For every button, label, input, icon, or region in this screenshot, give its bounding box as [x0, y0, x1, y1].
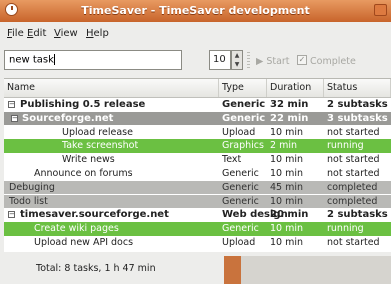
- task-tree[interactable]: Name Type Duration Status − Publishing 0.5 r…: [4, 78, 391, 253]
- task-row[interactable]: Take screenshot Graphics 2 min running: [4, 139, 391, 153]
- task-status: not started: [327, 126, 380, 138]
- task-row[interactable]: − Publishing 0.5 release Generic 32 min 2 su…: [4, 98, 391, 112]
- title-bar[interactable]: TimeSaver - TimeSaver development: [0, 0, 391, 22]
- complete-checkbox[interactable]: ✓: [297, 55, 307, 65]
- task-status: completed: [327, 195, 378, 207]
- task-duration: 22 min: [270, 112, 309, 124]
- task-type: Generic: [222, 99, 266, 110]
- start-button[interactable]: ▶ Start: [256, 56, 290, 67]
- task-status: running: [327, 223, 364, 235]
- status-summary: Total: 8 tasks, 1 h 47 min: [36, 263, 156, 274]
- menu-help[interactable]: Help: [86, 28, 109, 39]
- column-header-name[interactable]: Name: [4, 79, 219, 97]
- collapse-icon[interactable]: −: [11, 114, 18, 122]
- task-row[interactable]: Create wiki pages Generic 10 min running: [4, 222, 391, 236]
- collapse-icon[interactable]: −: [8, 101, 15, 108]
- menu-file[interactable]: File: [7, 28, 24, 39]
- menu-label: iew: [60, 28, 78, 39]
- task-duration: 10 min: [270, 237, 304, 248]
- collapse-icon[interactable]: −: [8, 211, 15, 219]
- task-duration: 20 min: [270, 209, 309, 221]
- task-type: Generic: [222, 168, 259, 179]
- menu-mnemonic: V: [54, 28, 61, 39]
- task-type: Generic: [222, 181, 259, 193]
- menu-bar: File Edit View Help: [0, 22, 391, 46]
- task-row[interactable]: Todo list Generic 10 min completed: [4, 194, 391, 209]
- task-name: Upload new API docs: [34, 237, 134, 248]
- menu-edit[interactable]: Edit: [27, 28, 46, 39]
- task-duration: 10 min: [270, 168, 304, 179]
- menu-label: ile: [12, 28, 24, 39]
- progress-bar: [224, 256, 391, 284]
- task-row[interactable]: Upload release Upload 10 min not started: [4, 125, 391, 140]
- task-type: Graphics: [222, 140, 264, 152]
- task-name: Announce on forums: [34, 168, 133, 179]
- toolbar: new task 10 ▲ ▼ ▶ Start ✓ Complete: [0, 46, 391, 78]
- menu-view[interactable]: View: [54, 28, 78, 39]
- progress-fill: [224, 256, 241, 284]
- text-caret: [53, 54, 55, 65]
- window-title: TimeSaver - TimeSaver development: [81, 4, 310, 17]
- task-row[interactable]: − timesaver.sourceforge.net Web design 20 m…: [4, 208, 391, 222]
- task-status: 3 subtasks: [327, 112, 388, 124]
- task-type: Text: [222, 154, 242, 166]
- task-duration: 2 min: [270, 140, 297, 152]
- column-header-type[interactable]: Type: [219, 79, 267, 97]
- task-duration: 10 min: [270, 154, 304, 166]
- menu-label: dit: [33, 28, 47, 39]
- window-control-button[interactable]: [374, 4, 387, 16]
- task-name: Create wiki pages: [34, 223, 119, 235]
- task-name: Upload release: [62, 126, 133, 138]
- application-window: TimeSaver - TimeSaver development File Ed…: [0, 0, 391, 284]
- column-header: Name Type Duration Status: [4, 79, 391, 98]
- task-status: not started: [327, 168, 380, 179]
- checkmark-icon: ✓: [298, 55, 306, 64]
- menu-label: elp: [93, 28, 109, 39]
- task-row[interactable]: Announce on forums Generic 10 min not start…: [4, 167, 391, 181]
- task-row[interactable]: − Sourceforge.net Generic 22 min 3 subtasks: [4, 111, 391, 126]
- menu-mnemonic: H: [86, 28, 94, 39]
- task-duration: 45 min: [270, 181, 304, 193]
- start-label: Start: [266, 56, 290, 67]
- task-type: Generic: [222, 195, 259, 207]
- task-status: not started: [327, 154, 380, 166]
- task-type: Generic: [222, 112, 266, 124]
- task-name: Sourceforge.net: [22, 112, 114, 124]
- task-status: not started: [327, 237, 380, 248]
- minutes-spinner[interactable]: ▲ ▼: [231, 50, 243, 70]
- task-name: Write news: [62, 154, 115, 166]
- spin-up-icon[interactable]: ▲: [232, 51, 242, 60]
- status-bar: Total: 8 tasks, 1 h 47 min: [0, 252, 391, 284]
- column-header-duration[interactable]: Duration: [267, 79, 324, 97]
- task-status: running: [327, 140, 364, 152]
- task-duration: 10 min: [270, 195, 304, 207]
- task-row[interactable]: Upload new API docs Upload 10 min not start…: [4, 236, 391, 250]
- task-status: 2 subtasks: [327, 209, 388, 221]
- task-name-input[interactable]: new task: [4, 50, 182, 70]
- column-header-status[interactable]: Status: [324, 79, 391, 97]
- task-status: 2 subtasks: [327, 99, 388, 110]
- task-row[interactable]: Debuging Generic 45 min completed: [4, 180, 391, 195]
- task-name: Take screenshot: [62, 140, 139, 152]
- task-duration: 32 min: [270, 99, 309, 110]
- task-row[interactable]: Write news Text 10 min not started: [4, 153, 391, 167]
- minutes-input[interactable]: 10: [209, 50, 231, 70]
- task-name: Debuging: [9, 181, 55, 193]
- task-name: timesaver.sourceforge.net: [20, 209, 169, 221]
- play-icon: ▶: [256, 56, 267, 67]
- toolbar-grip: [247, 52, 250, 68]
- spin-down-icon[interactable]: ▼: [232, 60, 242, 69]
- task-type: Generic: [222, 223, 259, 235]
- task-status: completed: [327, 181, 378, 193]
- task-name: Todo list: [9, 195, 48, 207]
- task-duration: 10 min: [270, 223, 304, 235]
- task-name: Publishing 0.5 release: [20, 99, 146, 110]
- task-duration: 10 min: [270, 126, 304, 138]
- task-type: Upload: [222, 237, 256, 248]
- task-type: Upload: [222, 126, 256, 138]
- task-name-value: new task: [9, 54, 54, 66]
- complete-label[interactable]: Complete: [310, 56, 356, 67]
